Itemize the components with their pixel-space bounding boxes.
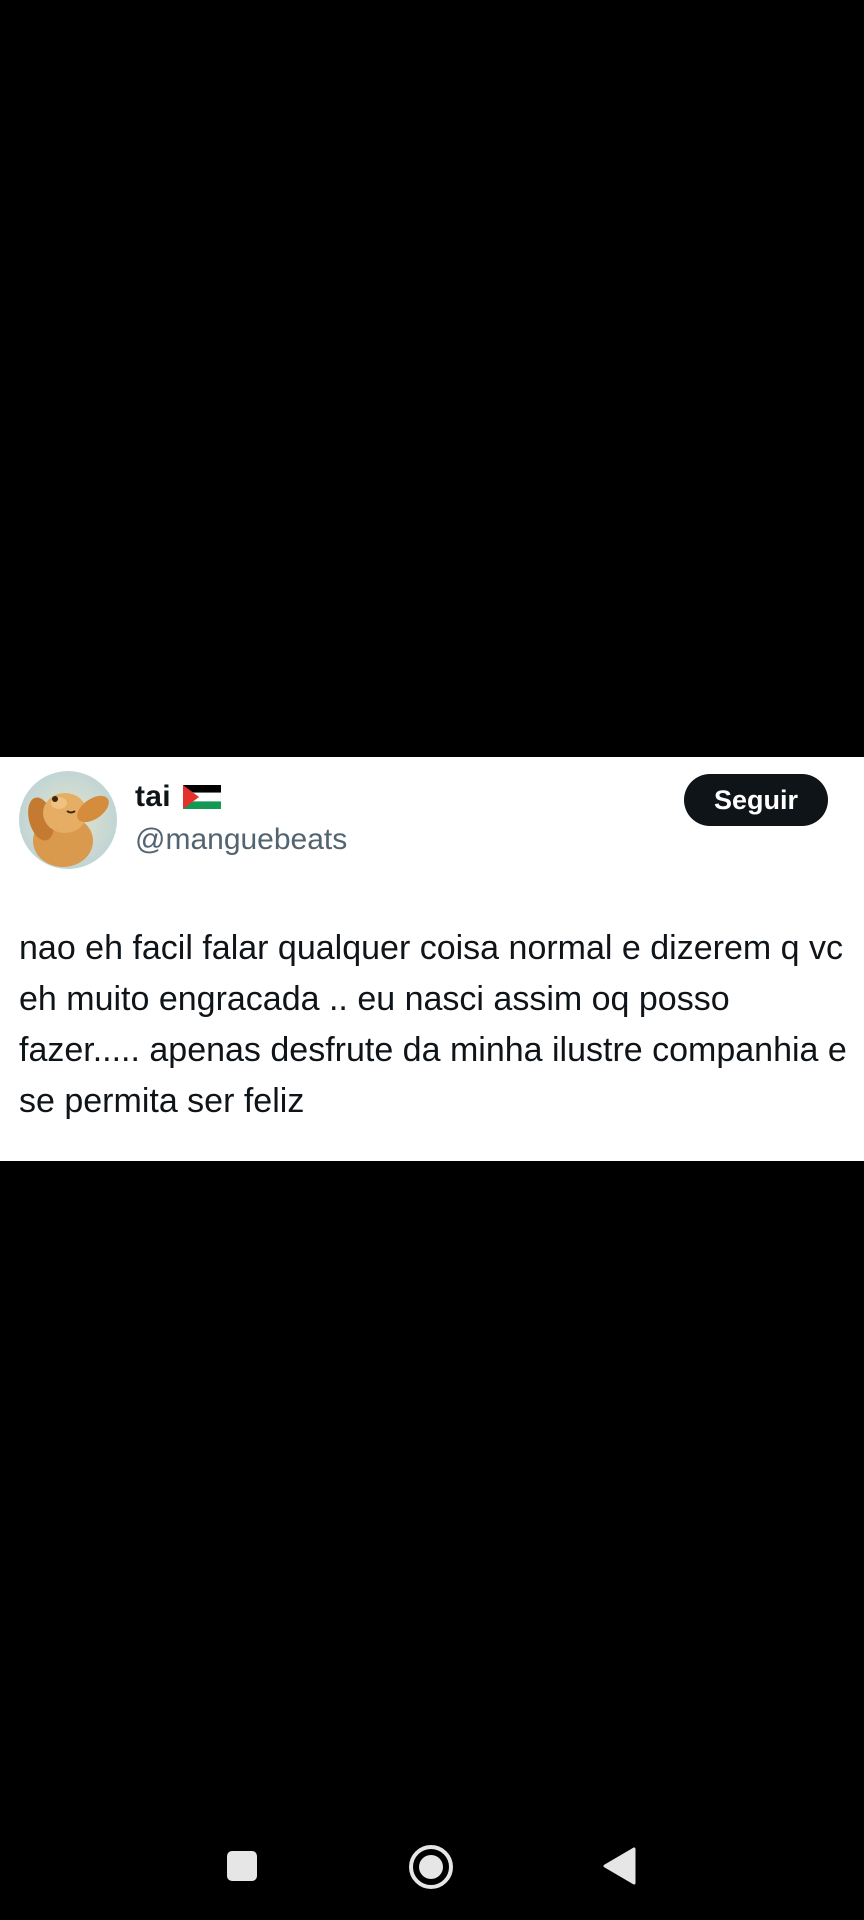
dog-avatar-icon xyxy=(19,771,117,869)
user-handle[interactable]: @manguebeats xyxy=(135,823,347,857)
triangle-back-icon xyxy=(603,1847,636,1885)
user-avatar[interactable] xyxy=(19,771,117,869)
circle-home-icon xyxy=(409,1845,453,1889)
display-name[interactable]: tai xyxy=(135,780,171,814)
home-button[interactable] xyxy=(408,1844,454,1890)
tweet-card: tai @manguebeats Seguir nao eh facil fal… xyxy=(0,757,864,1161)
system-navigation-bar xyxy=(0,1810,864,1920)
square-recents-icon xyxy=(227,1851,257,1881)
recent-apps-button[interactable] xyxy=(226,1850,258,1882)
display-name-row: tai xyxy=(135,777,222,817)
back-button[interactable] xyxy=(602,1847,636,1885)
screen: tai @manguebeats Seguir nao eh facil fal… xyxy=(0,0,864,1920)
follow-button[interactable]: Seguir xyxy=(684,774,828,826)
tweet-text: nao eh facil falar qualquer coisa normal… xyxy=(19,929,847,1120)
palestine-flag-icon xyxy=(182,785,222,809)
